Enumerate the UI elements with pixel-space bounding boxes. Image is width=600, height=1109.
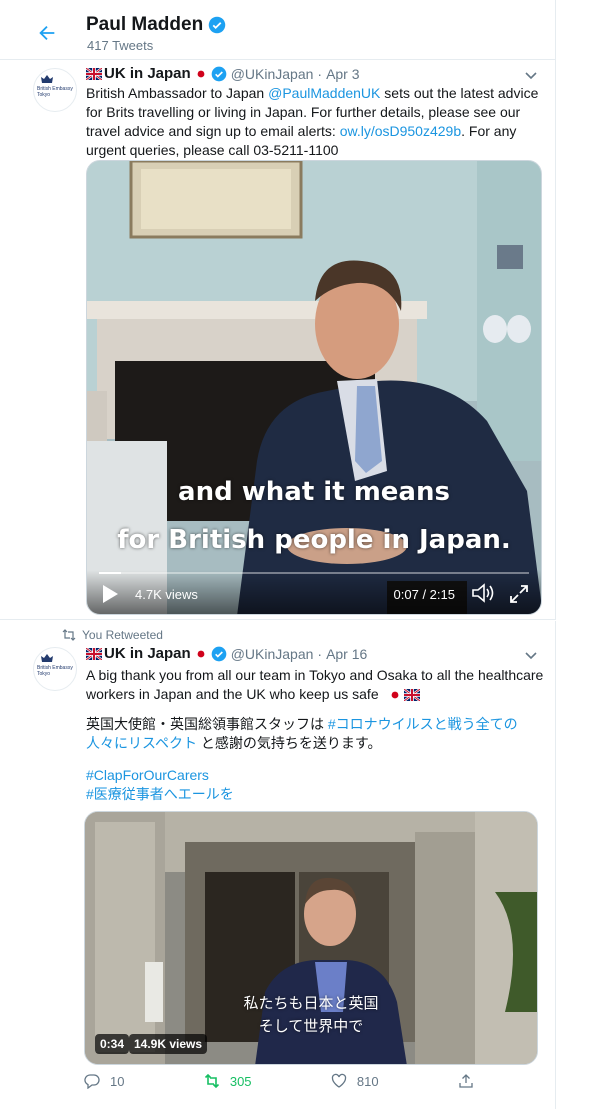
view-count-badge: 14.9K views: [129, 1034, 208, 1054]
retweet-note: You Retweeted: [62, 628, 163, 642]
tweet-header: UK in Japan @UKinJapan · Apr 16: [86, 645, 367, 662]
tweet-text-part: British Ambassador to Japan: [86, 85, 269, 101]
video-time: 0:07 / 2:15: [393, 587, 455, 602]
video-progress-fill: [99, 572, 121, 574]
video-progress-bar[interactable]: [99, 572, 529, 574]
retweet-note-label: You Retweeted: [82, 628, 163, 642]
video-player[interactable]: 私たちも日本と英国 そして世界中で 0:34 14.9K views: [84, 811, 538, 1065]
reply-count: 10: [110, 1073, 125, 1089]
uk-flag-icon: [86, 647, 102, 660]
heart-icon: [331, 1073, 347, 1088]
fullscreen-icon[interactable]: [509, 584, 529, 604]
avatar[interactable]: British Embassy Tokyo: [33, 647, 77, 691]
video-caption-line: そして世界中で: [258, 1017, 364, 1035]
like-count: 810: [356, 1073, 379, 1089]
japan-flag-icon: [197, 70, 205, 77]
verified-badge-icon: [208, 16, 226, 34]
reply-button[interactable]: 10: [84, 1073, 124, 1089]
tweet[interactable]: British Embassy Tokyo UK in Japan @UKinJ…: [0, 60, 556, 620]
author-handle[interactable]: @UKinJapan: [231, 646, 314, 662]
back-arrow-icon[interactable]: [30, 18, 66, 48]
avatar-label: British Embassy Tokyo: [37, 665, 73, 677]
japan-flag-icon: [391, 691, 398, 699]
mention-link[interactable]: @PaulMaddenUK: [268, 85, 380, 101]
uk-flag-icon: [86, 67, 102, 80]
tweet-date[interactable]: Apr 16: [326, 646, 367, 662]
tweet-header: UK in Japan @UKinJapan · Apr 3: [86, 65, 360, 82]
royal-crest-icon: [41, 75, 53, 83]
video-caption-line: 私たちも日本と英国: [243, 994, 379, 1012]
tweet-count: 417 Tweets: [87, 38, 154, 53]
tweet-text: British Ambassador to Japan @PaulMaddenU…: [86, 84, 546, 160]
video-caption-line: for British people in Japan.: [117, 525, 511, 555]
hashtag-link[interactable]: #医療従事者へエールを: [86, 785, 546, 804]
tweet-actions: 10 305 810: [84, 1073, 474, 1089]
video-player[interactable]: and what it means for British people in …: [86, 160, 542, 615]
video-caption-line: and what it means: [178, 477, 450, 507]
retweet-count: 305: [229, 1073, 252, 1089]
author-handle[interactable]: @UKinJapan: [231, 66, 314, 82]
video-controls: 4.7K views 0:07 / 2:15: [87, 570, 541, 614]
hashtag-link[interactable]: #ClapForOurCarers: [86, 766, 546, 785]
royal-crest-icon: [41, 654, 53, 662]
tweet-text-part: と感謝の気持ちを送ります。: [197, 735, 382, 751]
retweet-button[interactable]: 305: [204, 1073, 252, 1089]
tweet-text: A big thank you from all our team in Tok…: [86, 666, 546, 704]
video-duration-badge: 0:34: [95, 1034, 130, 1054]
play-icon[interactable]: [101, 584, 119, 604]
tweet-text-part: 英国大使館・英国総領事館スタッフは: [86, 716, 328, 732]
view-count: 4.7K views: [135, 587, 198, 602]
url-link[interactable]: ow.ly/osD950z429b: [340, 123, 461, 139]
hashtag-list: #ClapForOurCarers #医療従事者へエールを: [86, 766, 546, 804]
verified-badge-icon: [211, 66, 227, 81]
tweet-text-japanese: 英国大使館・英国総領事館スタッフは #コロナウイルスと戦う全ての人々にリスペクト…: [86, 715, 542, 753]
retweet-icon: [204, 1073, 219, 1089]
author-name[interactable]: UK in Japan: [104, 65, 191, 82]
tweet-date[interactable]: Apr 3: [326, 66, 359, 82]
retweet-icon: [62, 629, 76, 641]
chevron-down-icon[interactable]: [523, 647, 539, 663]
avatar[interactable]: British Embassy Tokyo: [33, 68, 77, 112]
chevron-down-icon[interactable]: [523, 67, 539, 83]
profile-name: Paul Madden: [86, 14, 226, 36]
volume-icon[interactable]: [471, 582, 495, 604]
verified-badge-icon: [211, 646, 227, 661]
share-button[interactable]: [458, 1073, 474, 1089]
tweet-text-part: A big thank you from all our team in Tok…: [86, 667, 544, 702]
separator-dot: ·: [317, 65, 323, 82]
author-name[interactable]: UK in Japan: [104, 645, 191, 662]
profile-header: Paul Madden 417 Tweets: [0, 0, 556, 60]
reply-icon: [84, 1074, 100, 1089]
tweet[interactable]: You Retweeted British Embassy Tokyo UK i…: [0, 621, 556, 1109]
share-icon: [459, 1074, 473, 1088]
uk-flag-icon: [403, 689, 420, 702]
like-button[interactable]: 810: [331, 1073, 379, 1089]
separator-dot: ·: [317, 645, 323, 662]
japan-flag-icon: [197, 650, 205, 657]
avatar-label: British Embassy Tokyo: [37, 86, 73, 98]
